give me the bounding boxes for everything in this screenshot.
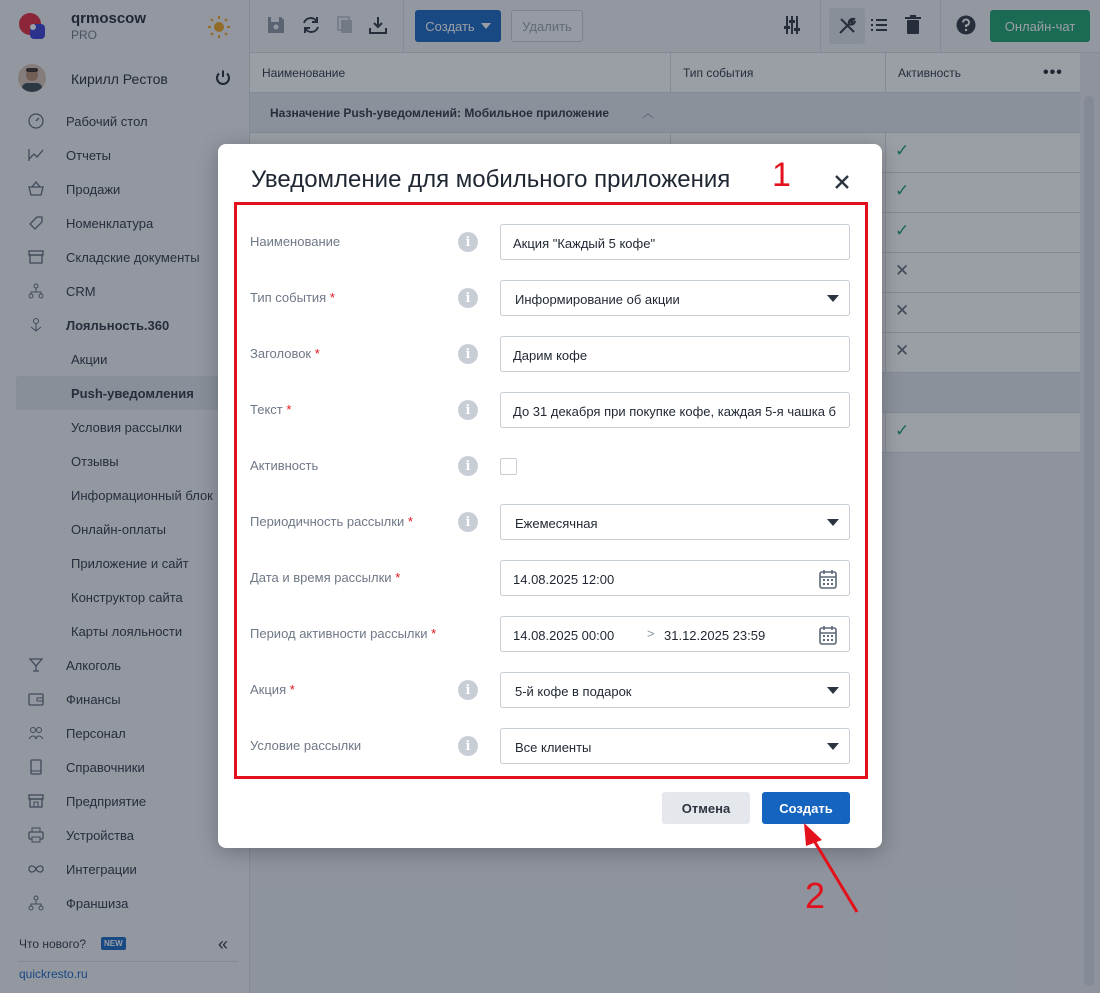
select-value: Все клиенты	[515, 740, 592, 755]
select-value: Информирование об акции	[515, 292, 680, 307]
periodicity-select[interactable]: Ежемесячная	[500, 504, 850, 540]
field-label: Периодичность рассылки *	[250, 514, 413, 529]
required-mark: *	[431, 626, 437, 641]
push-notification-dialog: Уведомление для мобильного приложения 1 …	[218, 144, 882, 848]
field-label: Тип события *	[250, 290, 335, 305]
required-mark: *	[407, 514, 413, 529]
chevron-down-icon	[827, 687, 839, 694]
field-label-text: Тип события	[250, 290, 327, 305]
form-row-event-type: Тип события * i Информирование об акции	[250, 280, 850, 316]
field-label-text: Текст	[250, 402, 283, 417]
range-separator: >	[647, 626, 655, 641]
cancel-button[interactable]: Отмена	[662, 792, 750, 824]
required-mark: *	[289, 682, 295, 697]
select-value: 5-й кофе в подарок	[515, 684, 632, 699]
text-input[interactable]: До 31 декабря при покупке кофе, каждая 5…	[500, 392, 850, 428]
field-label: Активность	[250, 458, 319, 473]
send-datetime-picker[interactable]: 14.08.2025 12:00	[500, 560, 850, 596]
form-row-send-datetime: Дата и время рассылки * 14.08.2025 12:00	[250, 560, 850, 596]
form-row-periodicity: Периодичность рассылки * i Ежемесячная	[250, 504, 850, 540]
form-row-active-period: Период активности рассылки * 14.08.2025 …	[250, 616, 850, 652]
field-label: Условие рассылки	[250, 738, 362, 753]
promo-select[interactable]: 5-й кофе в подарок	[500, 672, 850, 708]
info-icon[interactable]: i	[458, 288, 478, 308]
event-type-select[interactable]: Информирование об акции	[500, 280, 850, 316]
active-checkbox[interactable]	[500, 458, 517, 475]
info-icon[interactable]: i	[458, 456, 478, 476]
condition-select[interactable]: Все клиенты	[500, 728, 850, 764]
name-input[interactable]: Акция "Каждый 5 кофе"	[500, 224, 850, 260]
form-row-name: Наименование i Акция "Каждый 5 кофе"	[250, 224, 850, 260]
required-mark: *	[314, 346, 320, 361]
close-icon[interactable]	[832, 172, 852, 192]
field-label: Текст *	[250, 402, 291, 417]
info-icon[interactable]: i	[458, 400, 478, 420]
range-to-value: 31.12.2025 23:59	[664, 628, 766, 643]
headline-input[interactable]: Дарим кофе	[500, 336, 850, 372]
required-mark: *	[395, 570, 401, 585]
form-row-active: Активность i	[250, 448, 850, 484]
info-icon[interactable]: i	[458, 232, 478, 252]
annotation-number-1: 1	[772, 156, 791, 194]
info-icon[interactable]: i	[458, 680, 478, 700]
calendar-icon[interactable]	[819, 625, 837, 645]
required-mark: *	[286, 402, 292, 417]
field-label: Дата и время рассылки *	[250, 570, 400, 585]
datetime-value: 14.08.2025 12:00	[513, 572, 615, 587]
info-icon[interactable]: i	[458, 512, 478, 532]
field-label-text: Заголовок	[250, 346, 312, 361]
info-icon[interactable]: i	[458, 344, 478, 364]
active-period-range-picker[interactable]: 14.08.2025 00:00 > 31.12.2025 23:59	[500, 616, 850, 652]
form-row-promo: Акция * i 5-й кофе в подарок	[250, 672, 850, 708]
range-from-value: 14.08.2025 00:00	[513, 628, 615, 643]
field-label-text: Периодичность рассылки	[250, 514, 405, 529]
chevron-down-icon	[827, 295, 839, 302]
chevron-down-icon	[827, 743, 839, 750]
calendar-icon[interactable]	[819, 569, 837, 589]
field-label: Акция *	[250, 682, 295, 697]
form-row-condition: Условие рассылки i Все клиенты	[250, 728, 850, 764]
form-row-headline: Заголовок * i Дарим кофе	[250, 336, 850, 372]
chevron-down-icon	[827, 519, 839, 526]
field-label: Наименование	[250, 234, 341, 249]
form-row-text: Текст * i До 31 декабря при покупке кофе…	[250, 392, 850, 428]
field-label-text: Акция	[250, 682, 287, 697]
info-icon[interactable]: i	[458, 736, 478, 756]
field-label-text: Дата и время рассылки	[250, 570, 392, 585]
select-value: Ежемесячная	[515, 516, 598, 531]
dialog-title: Уведомление для мобильного приложения	[251, 166, 731, 193]
required-mark: *	[329, 290, 335, 305]
annotation-arrow	[804, 823, 859, 913]
field-label: Период активности рассылки *	[250, 626, 436, 641]
field-label: Заголовок *	[250, 346, 320, 361]
annotation-number-2: 2	[805, 875, 826, 916]
field-label-text: Период активности рассылки	[250, 626, 428, 641]
